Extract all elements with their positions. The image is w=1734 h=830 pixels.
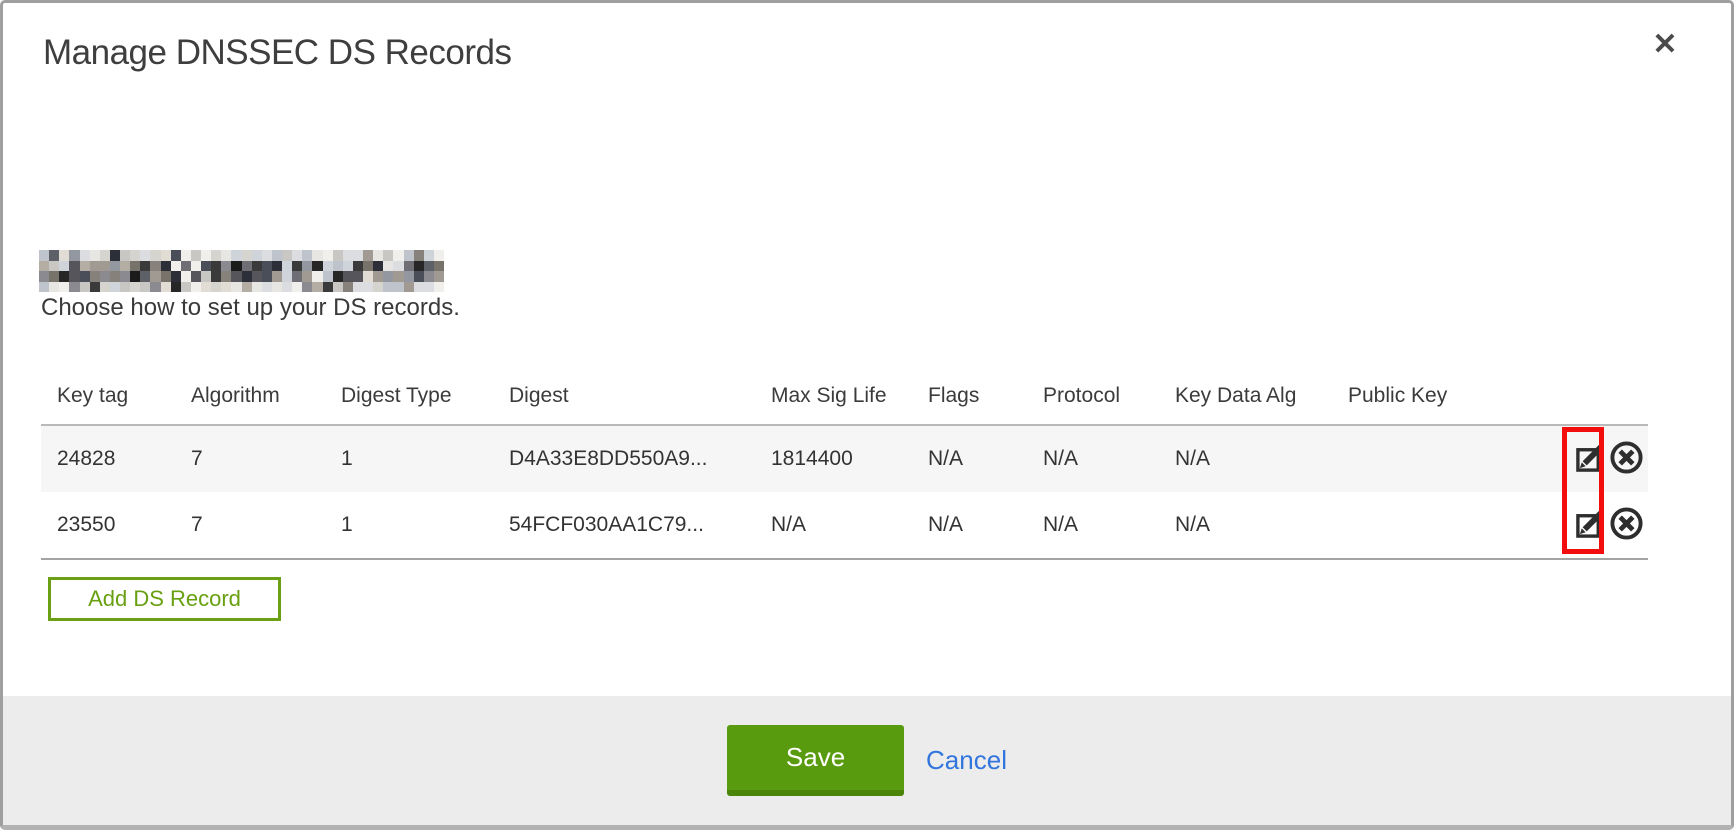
cell-digest: 54FCF030AA1C79... — [493, 513, 755, 537]
column-header: Max Sig Life — [755, 384, 912, 408]
delete-icon — [1609, 440, 1644, 478]
table-row: 235507154FCF030AA1C79...N/AN/AN/AN/A — [41, 492, 1648, 560]
edit-icon — [1575, 508, 1606, 542]
cell-digest-type: 1 — [325, 447, 493, 471]
cell-key-data-alg: N/A — [1159, 513, 1332, 537]
row-actions — [1556, 440, 1648, 478]
column-header: Digest — [493, 384, 755, 408]
footer-bar: Save Cancel — [3, 696, 1731, 825]
column-header: Key tag — [41, 384, 175, 408]
cancel-link[interactable]: Cancel — [926, 745, 1007, 776]
cell-max-sig-life: 1814400 — [755, 447, 912, 471]
column-header: Digest Type — [325, 384, 493, 408]
cell-flags: N/A — [912, 447, 1027, 471]
redacted-domain — [39, 250, 444, 292]
setup-instruction: Choose how to set up your DS records. — [41, 294, 460, 322]
manage-dnssec-modal: Manage DNSSEC DS Records ✕ Choose how to… — [0, 0, 1734, 830]
cell-key-tag: 23550 — [41, 513, 175, 537]
page-title: Manage DNSSEC DS Records — [43, 33, 511, 73]
column-header: Flags — [912, 384, 1027, 408]
table-header-row: Key tagAlgorithmDigest TypeDigestMax Sig… — [41, 368, 1648, 424]
cell-key-data-alg: N/A — [1159, 447, 1332, 471]
column-header: Algorithm — [175, 384, 325, 408]
cell-digest: D4A33E8DD550A9... — [493, 447, 755, 471]
column-header: Protocol — [1027, 384, 1159, 408]
cell-algorithm: 7 — [175, 447, 325, 471]
cell-key-tag: 24828 — [41, 447, 175, 471]
edit-icon — [1575, 442, 1606, 476]
cell-flags: N/A — [912, 513, 1027, 537]
table-row: 2482871D4A33E8DD550A9...1814400N/AN/AN/A — [41, 424, 1648, 492]
delete-icon — [1609, 506, 1644, 544]
column-header: Key Data Alg — [1159, 384, 1332, 408]
column-header: Public Key — [1332, 384, 1556, 408]
delete-record-button[interactable] — [1609, 506, 1644, 544]
cell-digest-type: 1 — [325, 513, 493, 537]
save-button[interactable]: Save — [727, 725, 904, 796]
delete-record-button[interactable] — [1609, 440, 1644, 478]
edit-record-button[interactable] — [1575, 508, 1606, 542]
ds-records-table: Key tagAlgorithmDigest TypeDigestMax Sig… — [41, 368, 1648, 560]
add-ds-record-button[interactable]: Add DS Record — [48, 577, 281, 621]
cell-protocol: N/A — [1027, 513, 1159, 537]
cell-protocol: N/A — [1027, 447, 1159, 471]
close-button[interactable]: ✕ — [1645, 25, 1685, 65]
cell-algorithm: 7 — [175, 513, 325, 537]
cell-max-sig-life: N/A — [755, 513, 912, 537]
close-icon: ✕ — [1652, 28, 1677, 61]
edit-record-button[interactable] — [1575, 442, 1606, 476]
row-actions — [1556, 506, 1648, 544]
